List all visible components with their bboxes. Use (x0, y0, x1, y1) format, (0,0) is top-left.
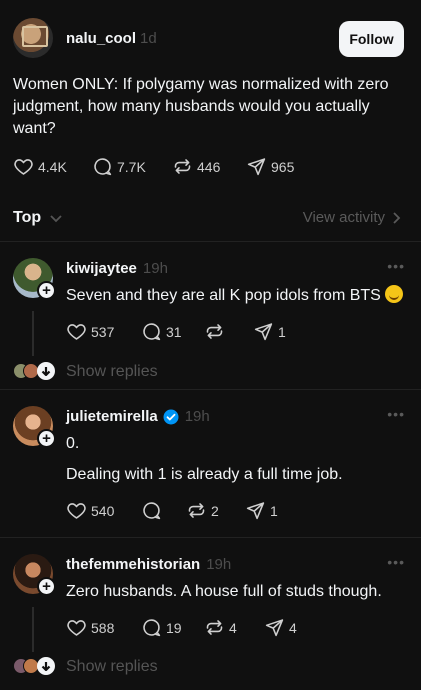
comment-icon (141, 321, 162, 342)
reply-username[interactable]: julietemirella (66, 408, 158, 425)
share-button[interactable]: 1 (253, 321, 286, 342)
chevron-right-icon (393, 211, 401, 224)
comment-button[interactable]: 19 (141, 617, 204, 638)
repost-icon (204, 617, 225, 638)
reply-item: + julietemirella 19h ••• 0. Dealing with… (0, 389, 421, 537)
share-count: 965 (271, 158, 295, 175)
sort-bar: Top View activity (0, 193, 421, 241)
post-actions: 4.4K 7.7K 446 965 (13, 156, 294, 177)
thread-line (32, 607, 34, 652)
verified-icon (163, 409, 179, 424)
follow-button[interactable]: Follow (339, 21, 404, 57)
repost-button[interactable]: 446 (172, 156, 246, 177)
reply-username[interactable]: kiwijaytee (66, 260, 137, 277)
reply-item: + thefemmehistorian 19h ••• Zero husband… (0, 537, 421, 690)
show-replies-link[interactable]: Show replies (66, 363, 158, 381)
chevron-down-icon (50, 215, 62, 223)
show-replies-link[interactable]: Show replies (66, 658, 158, 676)
repost-icon (172, 156, 193, 177)
comment-count: 7.7K (117, 158, 146, 175)
heart-icon (66, 500, 87, 521)
reply-text: Seven and they are all K pop idols from … (66, 285, 406, 307)
like-button[interactable]: 4.4K (13, 156, 71, 177)
like-count: 588 (91, 619, 115, 636)
reply-username-row: kiwijaytee 19h (66, 260, 168, 277)
like-button[interactable]: 588 (66, 617, 141, 638)
repost-count: 4 (229, 619, 237, 636)
arrow-down-icon (37, 362, 55, 380)
repost-button[interactable]: 2 (186, 500, 245, 521)
like-button[interactable]: 540 (66, 500, 141, 521)
reply-text: Zero husbands. A house full of studs tho… (66, 583, 382, 600)
sort-dropdown[interactable]: Top (13, 209, 63, 227)
like-count: 4.4K (38, 158, 67, 175)
plus-icon[interactable]: + (37, 429, 56, 448)
share-icon (264, 617, 285, 638)
comment-icon (141, 617, 162, 638)
view-activity-link[interactable]: View activity (303, 209, 401, 226)
view-activity-label: View activity (302, 209, 385, 226)
heart-icon (66, 617, 87, 638)
like-button[interactable]: 537 (66, 321, 141, 342)
comment-count: 31 (166, 323, 182, 340)
post-time: 1d (140, 30, 157, 47)
share-button[interactable]: 1 (245, 500, 278, 521)
reply-username[interactable]: thefemmehistorian (66, 556, 200, 573)
share-button[interactable]: 965 (246, 156, 294, 177)
comment-button[interactable]: 31 (141, 321, 204, 342)
thread-line (32, 311, 34, 356)
repost-icon (204, 321, 225, 342)
reply-time: 19h (142, 260, 168, 277)
repost-icon (186, 500, 207, 521)
post-username[interactable]: nalu_cool (66, 30, 136, 47)
avatar[interactable] (13, 18, 53, 58)
reply-text-line1: 0. (66, 435, 80, 452)
reply-actions: 540 2 1 (66, 500, 278, 521)
comment-icon (141, 500, 162, 521)
repost-button[interactable] (204, 321, 253, 342)
rofl-emoji-icon (384, 285, 403, 303)
share-button[interactable]: 4 (264, 617, 297, 638)
more-icon[interactable]: ••• (387, 258, 405, 274)
reply-item: + kiwijaytee 19h ••• Seven and they are … (0, 241, 421, 389)
reply-avatars[interactable] (13, 657, 57, 676)
reply-username-row: julietemirella 19h (66, 408, 210, 425)
repost-button[interactable]: 4 (204, 617, 264, 638)
post-text: Women ONLY: If polygamy was normalized w… (13, 76, 389, 137)
share-icon (246, 156, 267, 177)
like-count: 540 (91, 502, 115, 519)
comment-icon (92, 156, 113, 177)
share-count: 1 (278, 323, 286, 340)
share-count: 4 (289, 619, 297, 636)
comment-button[interactable] (141, 500, 186, 521)
plus-icon[interactable]: + (37, 281, 56, 300)
reply-actions: 588 19 4 4 (66, 617, 297, 638)
reply-actions: 537 31 1 (66, 321, 286, 342)
main-post: nalu_cool 1d Follow Women ONLY: If polyg… (0, 0, 421, 193)
heart-icon (66, 321, 87, 342)
reply-time: 19h (206, 556, 232, 573)
share-icon (245, 500, 266, 521)
plus-icon[interactable]: + (37, 577, 56, 596)
sort-label: Top (13, 209, 42, 226)
share-count: 1 (270, 502, 278, 519)
arrow-down-icon (37, 657, 55, 675)
repost-count: 2 (211, 502, 219, 519)
reply-avatars[interactable] (13, 362, 57, 381)
comment-count: 19 (166, 619, 182, 636)
like-count: 537 (91, 323, 115, 340)
reply-username-row: thefemmehistorian 19h (66, 556, 231, 573)
more-icon[interactable]: ••• (387, 406, 405, 422)
reply-text-line2: Dealing with 1 is already a full time jo… (66, 466, 343, 483)
reply-text-content: Seven and they are all K pop idols from … (66, 287, 381, 304)
more-icon[interactable]: ••• (387, 554, 405, 570)
repost-count: 446 (197, 158, 221, 175)
reply-time: 19h (184, 408, 210, 425)
comment-button[interactable]: 7.7K (92, 156, 172, 177)
share-icon (253, 321, 274, 342)
heart-icon (13, 156, 34, 177)
